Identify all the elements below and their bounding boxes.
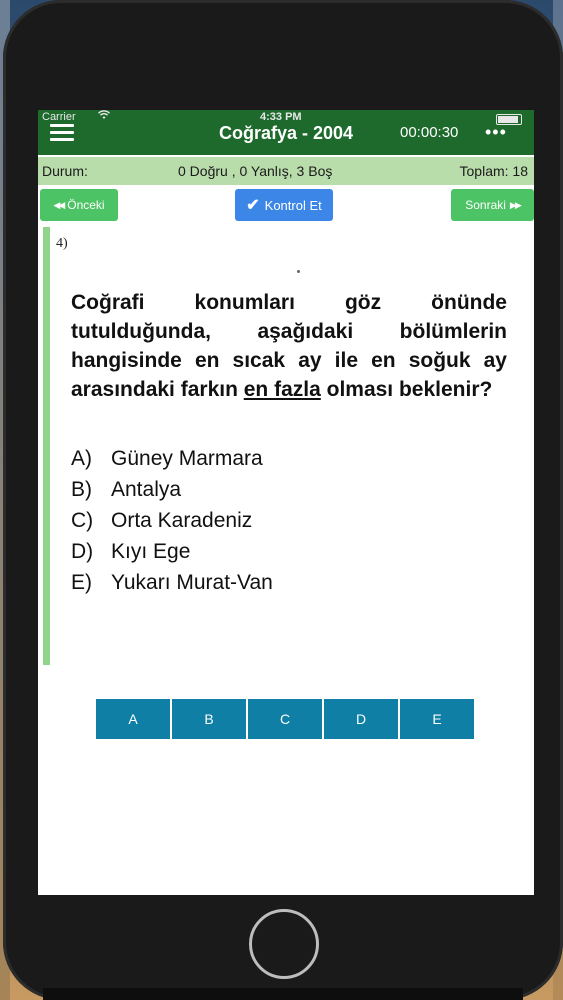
status-label: Durum:: [42, 163, 88, 179]
home-button[interactable]: [249, 909, 319, 979]
question-text: Coğrafi konumları göz önünde tutulduğund…: [71, 288, 507, 404]
answer-button-b[interactable]: B: [172, 699, 246, 739]
question-number: 4): [56, 236, 68, 251]
ellipsis-icon[interactable]: •••: [485, 123, 507, 141]
check-answer-button[interactable]: ✔ Kontrol Et: [235, 189, 333, 221]
question-accent-bar: [43, 227, 50, 665]
option-letter: B): [71, 478, 92, 501]
previous-button-label: Önceki: [67, 198, 105, 212]
question-emphasis: en fazla: [243, 378, 321, 401]
option-item: B) Antalya: [71, 474, 491, 505]
checkmark-icon: ✔: [246, 197, 260, 214]
option-text: Antalya: [111, 478, 182, 501]
option-letter: A): [71, 447, 92, 470]
option-item: E) Yukarı Murat-Van: [71, 567, 491, 598]
answer-button-a[interactable]: A: [96, 699, 170, 739]
answer-options-list: A) Güney Marmara B) Antalya C) Orta Karaden…: [71, 443, 491, 598]
option-letter: D): [71, 540, 94, 563]
status-carrier: Carrier: [42, 111, 76, 123]
question-text-part: olması beklenir?: [320, 378, 493, 401]
score-summary-bar: Durum: 0 Doğru , 0 Yanlış, 3 Boş Toplam:…: [38, 157, 534, 185]
option-text: Güney Marmara: [111, 447, 263, 470]
phone-bottom-edge: [43, 988, 523, 1000]
answer-button-e[interactable]: E: [400, 699, 474, 739]
app-screen: Carrier 4:33 PM Coğrafya - 2004 00:00:30…: [38, 110, 534, 895]
option-item: A) Güney Marmara: [71, 443, 491, 474]
navigation-bar: Carrier 4:33 PM Coğrafya - 2004 00:00:30…: [38, 110, 534, 155]
option-text: Yukarı Murat-Van: [111, 571, 273, 594]
option-text: Kıyı Ege: [111, 540, 191, 563]
option-letter: C): [71, 509, 94, 532]
status-time: 4:33 PM: [260, 111, 302, 123]
answer-button-row: A B C D E: [96, 699, 474, 739]
option-item: D) Kıyı Ege: [71, 536, 491, 567]
previous-button[interactable]: ◀◀ Önceki: [40, 189, 118, 221]
hamburger-menu-icon[interactable]: [50, 124, 74, 142]
question-total: Toplam: 18: [459, 163, 528, 179]
wifi-icon: [98, 110, 110, 123]
option-letter: E): [71, 571, 92, 594]
option-item: C) Orta Karadeniz: [71, 505, 491, 536]
phone-frame: Carrier 4:33 PM Coğrafya - 2004 00:00:30…: [3, 0, 563, 1000]
answer-button-d[interactable]: D: [324, 699, 398, 739]
elapsed-timer: 00:00:30: [400, 124, 459, 141]
answer-button-c[interactable]: C: [248, 699, 322, 739]
option-text: Orta Karadeniz: [111, 509, 253, 532]
next-button-label: Sonraki: [465, 198, 506, 212]
rewind-icon: ◀◀: [53, 199, 65, 210]
next-button[interactable]: Sonraki ▶▶: [451, 189, 534, 221]
check-answer-button-label: Kontrol Et: [264, 197, 322, 213]
score-results: 0 Doğru , 0 Yanlış, 3 Boş: [178, 163, 333, 179]
page-title: Coğrafya - 2004: [218, 123, 354, 143]
fast-forward-icon: ▶▶: [509, 199, 522, 210]
decorative-dot: [297, 270, 300, 273]
